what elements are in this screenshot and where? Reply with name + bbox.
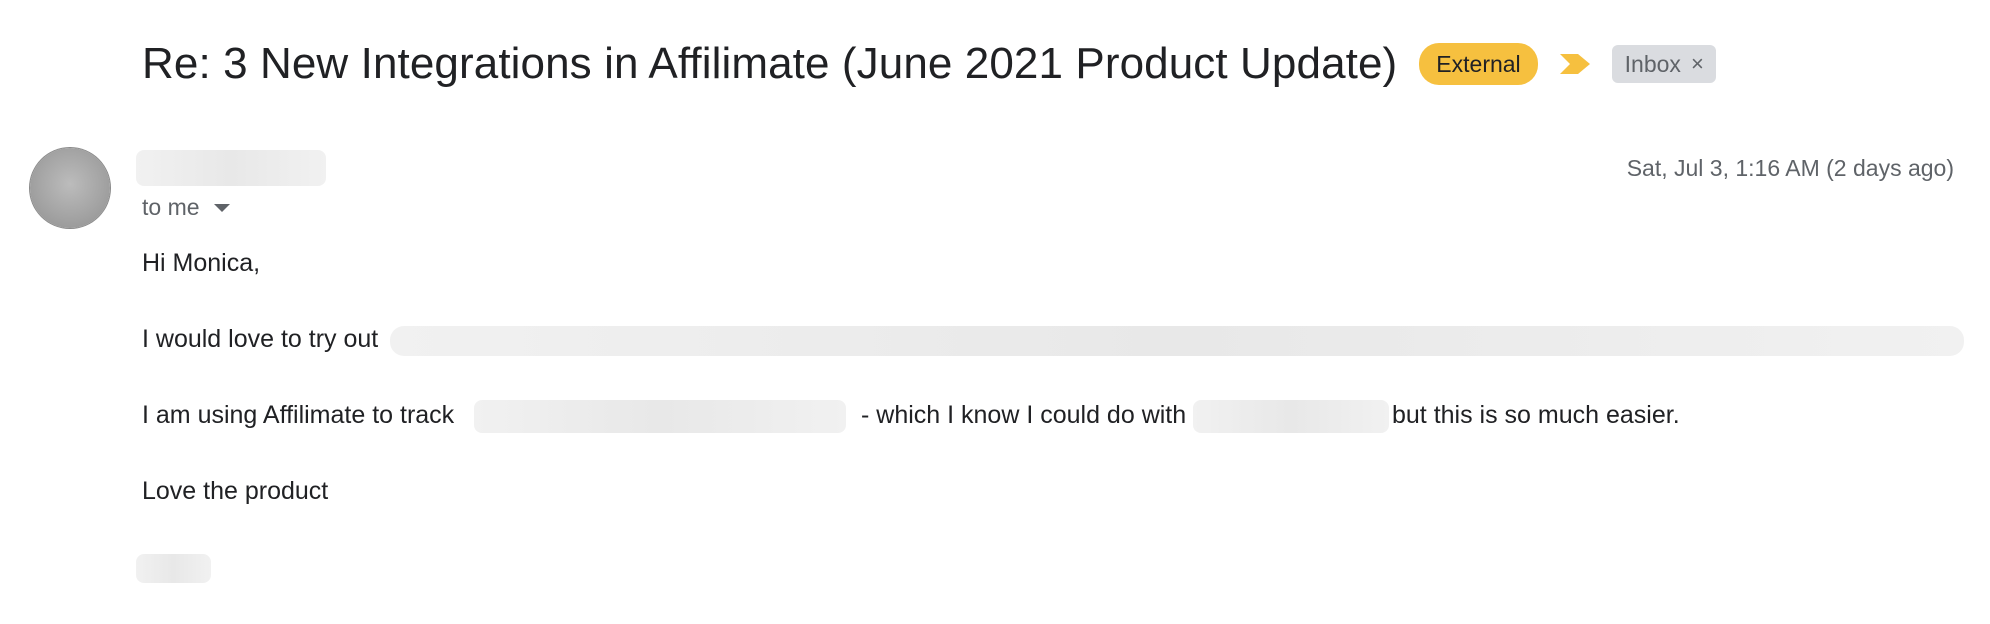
email-line-track-suffix: but this is so much easier. — [1392, 401, 1680, 429]
recipient-details-toggle[interactable]: to me — [142, 194, 230, 221]
email-date: Sat, Jul 3, 1:16 AM (2 days ago) — [1626, 155, 1954, 181]
email-closing: Love the product — [142, 477, 329, 505]
signature-redacted — [136, 554, 211, 583]
email-line-track-prefix: I am using Affilimate to track — [142, 401, 455, 429]
redacted-text-track — [474, 400, 846, 433]
inbox-label-text: Inbox — [1624, 51, 1681, 77]
email-line-track-middle: - which I know I could do with — [861, 401, 1187, 429]
importance-marker-icon[interactable] — [1558, 51, 1592, 77]
sender-avatar[interactable] — [30, 148, 110, 228]
subject-row: Re: 3 New Integrations in Affilimate (Ju… — [142, 36, 1716, 92]
external-badge: External — [1419, 43, 1538, 85]
caret-down-icon[interactable] — [213, 203, 230, 212]
sender-name-redacted — [136, 150, 326, 186]
email-greeting: Hi Monica, — [142, 249, 261, 277]
recipient-text: to me — [142, 194, 200, 220]
redacted-text-tool — [1193, 400, 1389, 433]
email-line-tryout: I would love to try out — [142, 325, 379, 353]
email-subject: Re: 3 New Integrations in Affilimate (Ju… — [142, 39, 1398, 88]
close-icon[interactable]: × — [1691, 50, 1704, 78]
redacted-text-tryout — [390, 326, 1964, 356]
inbox-label: Inbox × — [1611, 45, 1716, 83]
